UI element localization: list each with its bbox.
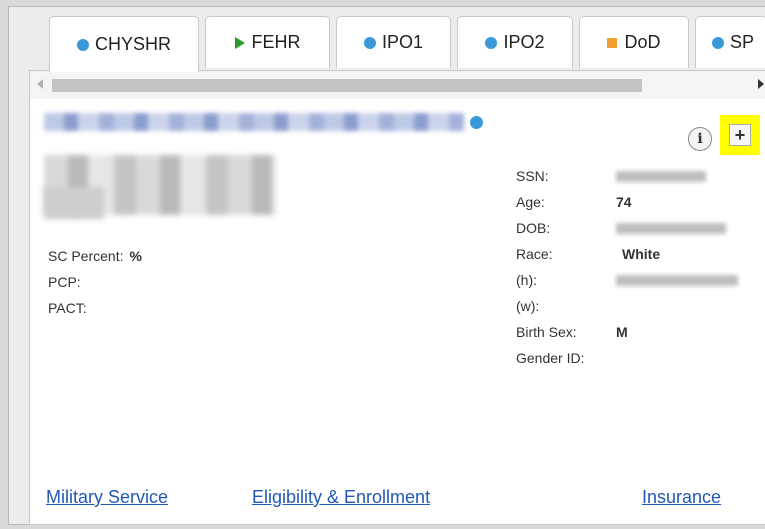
ssn-value-redacted [616,170,706,182]
dob-label: DOB: [516,220,551,236]
scrollbar-thumb[interactable] [52,79,642,92]
tab-fehr[interactable]: FEHR [205,16,330,68]
horizontal-scrollbar[interactable] [30,71,765,99]
square-icon [607,37,618,48]
add-label: + [734,124,746,145]
patient-name-redacted [44,113,464,131]
tab-dod[interactable]: DoD [579,16,689,68]
gender-id-row: Gender ID: [516,345,738,371]
tab-label: IPO2 [503,32,545,52]
tab-ipo2[interactable]: IPO2 [457,16,573,68]
home-phone-redacted [616,274,738,286]
insurance-link[interactable]: Insurance [642,487,721,508]
status-dot-icon [470,116,483,129]
tab-label: DoD [624,32,661,52]
birth-sex-row: Birth Sex: M [516,319,738,345]
eligibility-enrollment-link[interactable]: Eligibility & Enrollment [252,487,430,508]
race-row: Race: White [516,241,738,267]
sc-percent-label: SC Percent: [48,248,124,264]
add-button[interactable]: + [720,115,760,155]
work-phone-label: (w): [516,298,540,314]
patient-window: CHYSHR FEHR IPO1 IPO2 DoD SP i + SC Perc… [8,6,765,525]
birth-sex-value: M [616,324,628,340]
dob-row: DOB: [516,215,738,241]
tab-ipo1[interactable]: IPO1 [336,16,451,68]
race-value: White [622,246,661,262]
demographics: SSN: Age: 74 DOB: Race: White (h): (w): [516,163,738,371]
ssn-label: SSN: [516,168,549,184]
race-label: Race: [516,246,553,262]
dot-icon [363,36,376,49]
patient-panel: i + SC Percent:% PCP: PACT: SSN: Age: 74… [29,70,765,525]
dob-value-redacted [616,222,726,234]
sc-percent-row: SC Percent:% [48,243,142,269]
pact-label: PACT: [48,300,87,316]
pcp-row: PCP: [48,269,142,295]
scroll-left-icon[interactable] [37,79,43,89]
left-info: SC Percent:% PCP: PACT: [48,243,142,321]
info-icon: i [697,131,703,147]
dot-icon [712,36,724,49]
gender-id-label: Gender ID: [516,350,585,366]
home-phone-row: (h): [516,267,738,293]
age-value: 74 [616,194,632,210]
tab-sp[interactable]: SP [695,16,765,68]
tab-label: SP [730,32,755,52]
info-button[interactable]: i [688,127,712,151]
tab-chyshr[interactable]: CHYSHR [49,16,199,72]
address-redacted-line2 [44,187,104,219]
sc-percent-value: % [129,248,142,264]
tab-label: CHYSHR [94,34,171,54]
scroll-right-icon[interactable] [758,79,764,89]
home-phone-label: (h): [516,272,537,288]
birth-sex-label: Birth Sex: [516,324,577,340]
age-label: Age: [516,194,545,210]
pact-row: PACT: [48,295,142,321]
pcp-label: PCP: [48,274,81,290]
age-row: Age: 74 [516,189,738,215]
tab-label: IPO1 [381,32,424,52]
dot-icon [76,38,89,51]
dot-icon [485,36,498,49]
ssn-row: SSN: [516,163,738,189]
tab-label: FEHR [251,32,301,52]
military-service-link[interactable]: Military Service [46,487,168,508]
play-icon [234,36,245,49]
work-phone-row: (w): [516,293,738,319]
plus-icon: + [729,124,751,146]
